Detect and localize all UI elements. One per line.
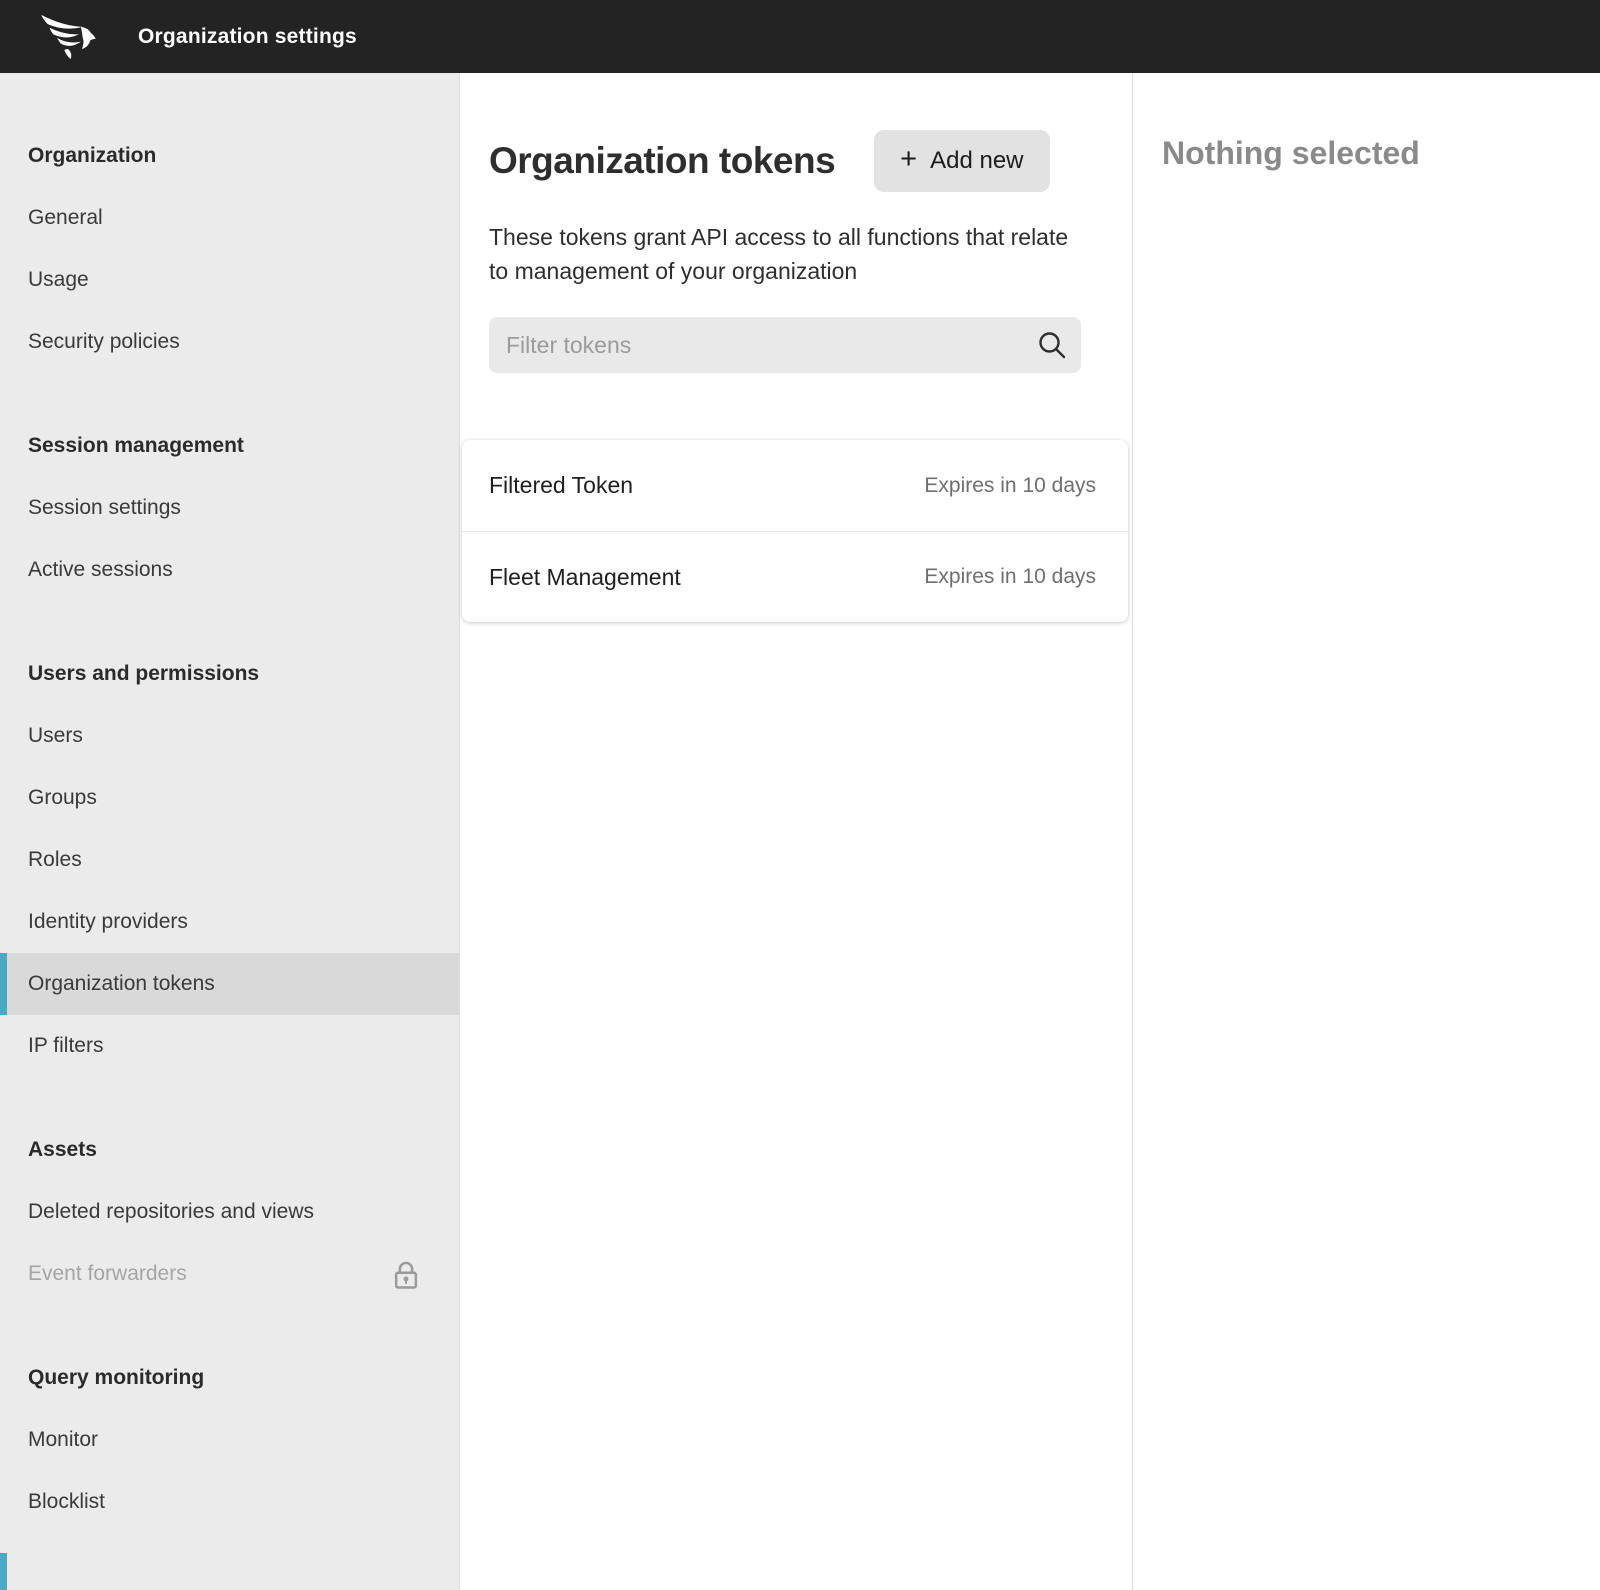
token-name: Filtered Token bbox=[489, 472, 633, 499]
sidebar-section-query-monitoring: Query monitoring bbox=[0, 1347, 459, 1409]
token-name: Fleet Management bbox=[489, 564, 681, 591]
add-new-button[interactable]: + Add new bbox=[874, 130, 1049, 192]
sidebar-item-session-settings[interactable]: Session settings bbox=[0, 477, 459, 539]
sidebar-item-label: Event forwarders bbox=[28, 1262, 187, 1286]
sidebar-item-organization-tokens[interactable]: Organization tokens bbox=[0, 953, 459, 1015]
app-title: Organization settings bbox=[138, 0, 357, 73]
filter-tokens-input[interactable] bbox=[489, 317, 1081, 373]
plus-icon: + bbox=[900, 145, 917, 174]
sidebar-item-identity-providers[interactable]: Identity providers bbox=[0, 891, 459, 953]
filter-tokens-field bbox=[489, 317, 1081, 373]
sidebar-item-general[interactable]: General bbox=[0, 187, 459, 249]
sidebar-section-organization: Organization bbox=[0, 125, 459, 187]
add-new-button-label: Add new bbox=[930, 147, 1023, 175]
token-row-filtered-token[interactable]: Filtered Token Expires in 10 days bbox=[462, 440, 1128, 531]
sidebar-section-session-management: Session management bbox=[0, 415, 459, 477]
sidebar-section-users-permissions: Users and permissions bbox=[0, 643, 459, 705]
crowdstrike-falcon-logo-icon bbox=[40, 13, 96, 61]
token-expiry: Expires in 10 days bbox=[924, 565, 1096, 589]
sidebar-item-roles[interactable]: Roles bbox=[0, 829, 459, 891]
sidebar-item-users[interactable]: Users bbox=[0, 705, 459, 767]
token-detail-panel: Nothing selected bbox=[1134, 73, 1600, 1590]
token-list: Filtered Token Expires in 10 days Fleet … bbox=[462, 440, 1128, 622]
sidebar-scrollbar-thumb[interactable] bbox=[0, 1553, 7, 1590]
sidebar-item-groups[interactable]: Groups bbox=[0, 767, 459, 829]
nothing-selected-text: Nothing selected bbox=[1162, 135, 1600, 172]
organization-tokens-panel: Organization tokens + Add new These toke… bbox=[460, 73, 1133, 1590]
sidebar-section-assets: Assets bbox=[0, 1119, 459, 1181]
sidebar-item-security-policies[interactable]: Security policies bbox=[0, 311, 459, 373]
settings-sidebar: Organization General Usage Security poli… bbox=[0, 73, 460, 1590]
sidebar-item-ip-filters[interactable]: IP filters bbox=[0, 1015, 459, 1077]
topbar: Organization settings bbox=[0, 0, 1600, 73]
lock-icon bbox=[391, 1258, 421, 1290]
search-icon bbox=[1037, 330, 1067, 360]
sidebar-item-blocklist[interactable]: Blocklist bbox=[0, 1471, 459, 1533]
sidebar-item-deleted-repositories[interactable]: Deleted repositories and views bbox=[0, 1181, 459, 1243]
tokens-description: These tokens grant API access to all fun… bbox=[489, 220, 1074, 288]
token-expiry: Expires in 10 days bbox=[924, 474, 1096, 498]
sidebar-item-active-sessions[interactable]: Active sessions bbox=[0, 539, 459, 601]
sidebar-item-usage[interactable]: Usage bbox=[0, 249, 459, 311]
token-row-fleet-management[interactable]: Fleet Management Expires in 10 days bbox=[462, 531, 1128, 622]
page-title: Organization tokens bbox=[489, 130, 835, 192]
sidebar-item-monitor[interactable]: Monitor bbox=[0, 1409, 459, 1471]
sidebar-item-event-forwarders: Event forwarders bbox=[0, 1243, 459, 1305]
